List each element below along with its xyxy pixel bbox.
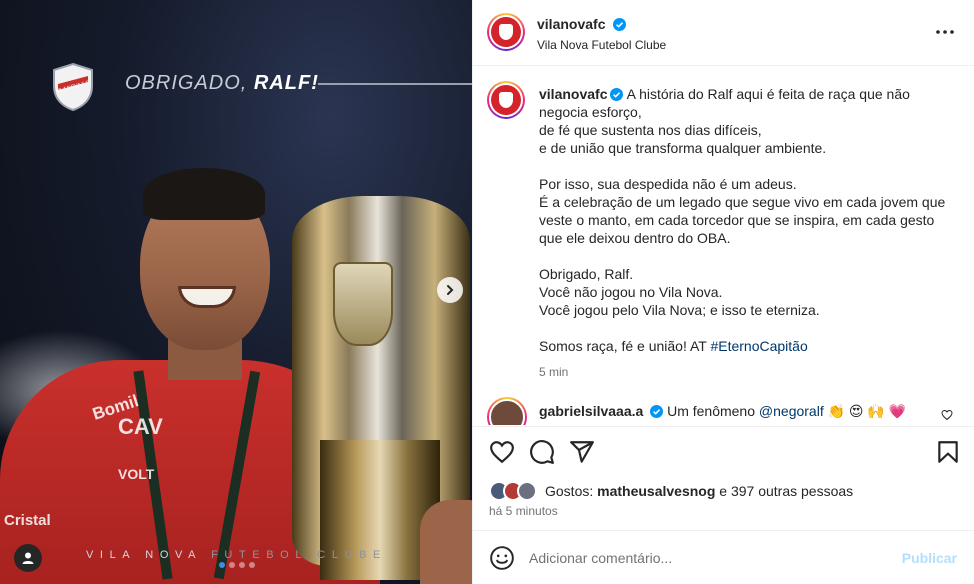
carousel-dot	[239, 562, 245, 568]
save-bookmark-icon[interactable]	[935, 439, 961, 465]
caption-line: Somos raça, fé e união! AT	[539, 338, 711, 354]
caption-username[interactable]: vilanovafc	[539, 86, 607, 102]
shirt-sponsor: CAV	[118, 414, 163, 439]
carousel-dot	[229, 562, 235, 568]
post-media[interactable]: VILA NOVA F.C. OBRIGADO, RALF! Bomil CAV…	[0, 0, 472, 584]
post-header: vilanovafc Vila Nova Futebol Clube	[473, 0, 974, 66]
carousel-dot	[219, 562, 225, 568]
post-caption: vilanovafc A história do Ralf aqui é fei…	[539, 85, 955, 381]
caption-line: Você jogou pelo Vila Nova; e isso te ete…	[539, 302, 820, 318]
headline-rule	[318, 83, 472, 85]
author-username[interactable]: vilanovafc	[537, 16, 605, 32]
like-heart-icon[interactable]	[489, 439, 515, 465]
add-comment-bar: Publicar	[473, 530, 974, 584]
post-details-panel: vilanovafc Vila Nova Futebol Clube vilan…	[472, 0, 974, 584]
liker-username[interactable]: matheusalvesnog	[597, 483, 715, 499]
comment-item: gabrielsilvaaa.a Um fenômeno @negoralf 👏…	[487, 397, 967, 425]
comment-body: gabrielsilvaaa.a Um fenômeno @negoralf 👏…	[539, 403, 906, 420]
liker-avatars[interactable]	[489, 481, 537, 501]
comment-text: Um fenômeno	[667, 403, 759, 419]
club-footer: VILA NOVA FUTEBOL CLUBE	[86, 549, 387, 561]
more-options-icon[interactable]	[935, 24, 955, 40]
headline-prefix: OBRIGADO,	[125, 72, 254, 94]
likes-count[interactable]: e 397 outras pessoas	[715, 483, 853, 499]
club-footer-light: FUTEBOL CLUBE	[211, 549, 387, 561]
comment-bubble-icon[interactable]	[529, 439, 555, 465]
commenter-avatar[interactable]	[487, 397, 527, 425]
emoji-smiley-icon[interactable]	[489, 545, 515, 571]
shirt-sponsor: VOLT	[118, 466, 155, 482]
verified-badge-icon	[610, 88, 624, 101]
post-timestamp: há 5 minutos	[489, 504, 558, 518]
share-paper-plane-icon[interactable]	[569, 439, 595, 465]
shirt-sponsor: Cristal	[4, 512, 51, 529]
vila-nova-crest-icon: VILA NOVA F.C.	[53, 62, 93, 112]
mention-link[interactable]: @negoralf	[759, 403, 824, 419]
trophy-badge	[333, 262, 393, 346]
caption-line: É a celebração de um legado que segue vi…	[539, 194, 946, 246]
caption-time: 5 min	[539, 365, 569, 379]
caption-avatar[interactable]	[487, 81, 525, 119]
post-actions	[473, 426, 974, 476]
tagged-users-button[interactable]	[14, 544, 42, 572]
hashtag-link[interactable]: #EternoCapitão	[710, 338, 807, 354]
user-icon	[22, 552, 34, 564]
player-hair	[143, 168, 265, 220]
chevron-right-icon	[447, 285, 454, 295]
verified-badge-icon	[612, 18, 626, 31]
caption-line: Obrigado, Ralf.	[539, 266, 634, 282]
liker-avatar	[517, 481, 537, 501]
caption-line: Por isso, sua despedida não é um adeus.	[539, 176, 797, 192]
author-fullname: Vila Nova Futebol Clube	[537, 38, 667, 52]
likes-summary: Gostos: matheusalvesnog e 397 outras pes…	[489, 480, 853, 502]
comment-emojis: 👏 😍 🙌 💗	[827, 403, 907, 419]
like-comment-heart-icon[interactable]	[941, 409, 953, 421]
commenter-username[interactable]: gabrielsilvaaa.a	[539, 403, 643, 419]
likes-prefix: Gostos:	[545, 483, 598, 499]
publish-button[interactable]: Publicar	[902, 550, 957, 566]
carousel-indicator	[219, 562, 255, 568]
headline-name: RALF!	[253, 72, 319, 94]
caption-line: Você não jogou no Vila Nova.	[539, 284, 723, 300]
likes-text[interactable]: Gostos: matheusalvesnog e 397 outras pes…	[545, 483, 853, 499]
carousel-dot	[249, 562, 255, 568]
player-hand	[420, 500, 472, 584]
carousel-next-button[interactable]	[437, 277, 463, 303]
comments-section[interactable]: vilanovafc A história do Ralf aqui é fei…	[473, 67, 974, 425]
comment-input[interactable]	[529, 547, 889, 569]
headline: OBRIGADO, RALF!	[125, 72, 319, 95]
club-footer-bold: VILA NOVA	[86, 549, 212, 561]
verified-badge-icon	[650, 405, 664, 418]
caption-line: de fé que sustenta nos dias difíceis,	[539, 122, 762, 138]
caption-line: e de união que transforma qualquer ambie…	[539, 140, 827, 156]
author-info: vilanovafc Vila Nova Futebol Clube	[537, 16, 666, 52]
author-avatar[interactable]	[487, 13, 525, 51]
